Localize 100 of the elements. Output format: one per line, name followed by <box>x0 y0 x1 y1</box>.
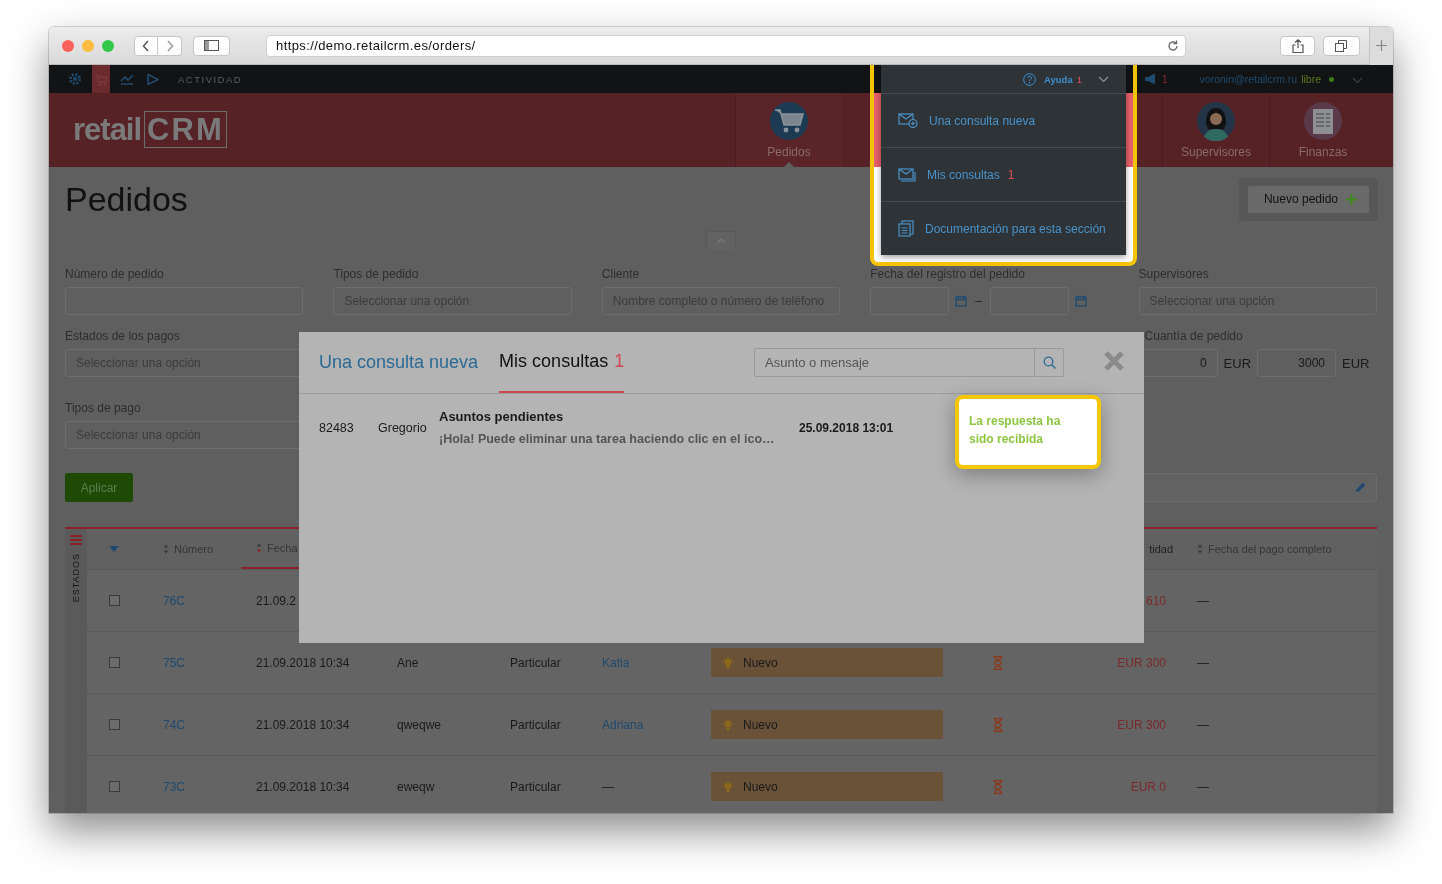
play-icon <box>146 72 160 86</box>
envelopes-icon <box>898 167 916 182</box>
help-menu-item[interactable]: Mis consultas 1 <box>881 148 1126 202</box>
bulb-icon <box>721 717 735 732</box>
apply-button[interactable]: Aplicar <box>65 473 133 502</box>
share-icon <box>1291 38 1304 53</box>
search-button[interactable] <box>1035 348 1064 377</box>
bulb-icon <box>721 779 735 794</box>
user-email[interactable]: voronin@retailcrm.ru <box>1199 73 1298 85</box>
nav-item[interactable]: Finanzas <box>1269 93 1376 167</box>
app-switch-button[interactable] <box>92 65 110 93</box>
sort-down-icon <box>109 546 119 552</box>
chevron-down-icon <box>1352 77 1363 84</box>
ledger-icon <box>1303 101 1343 141</box>
table-cell: — <box>602 779 614 794</box>
amount-field[interactable]: 3000 <box>1257 349 1337 377</box>
checkbox[interactable] <box>108 781 120 792</box>
online-dot <box>1329 76 1334 82</box>
back-button[interactable] <box>134 35 158 56</box>
consultation-row[interactable]: 82483 Gregorio Asuntos pendientes ¡Hola! Puede eliminar una tarea haciendo clic en el ico… 25.09.2018 13:01 <box>319 409 894 446</box>
search-icon <box>1042 356 1056 369</box>
person-icon <box>1196 101 1236 141</box>
search-field[interactable]: Asunto o mensaje <box>754 348 1035 377</box>
forward-button[interactable] <box>158 35 182 56</box>
new-order-button[interactable]: Nuevo pedido <box>1246 184 1370 214</box>
table-cell: — <box>1197 779 1209 794</box>
notification-callout: La respuesta ha sido recibida <box>955 395 1101 469</box>
help-menu-item[interactable]: Una consulta nueva <box>881 94 1126 148</box>
amount-cell: EUR 300 <box>1117 655 1166 670</box>
table-cell: Particular <box>510 655 561 670</box>
tabs-icon <box>1335 39 1348 52</box>
collapse-tab[interactable] <box>706 231 736 250</box>
pencil-icon <box>1355 482 1366 493</box>
hourglass-icon <box>992 779 1003 794</box>
status-badge[interactable]: Nuevo <box>711 648 943 677</box>
range-dash: – <box>975 294 982 308</box>
help-menu-item[interactable]: Documentación para esta sección <box>881 202 1126 255</box>
chevron-down-icon <box>1098 75 1109 83</box>
chevron-right-icon <box>165 39 174 52</box>
order-number-link[interactable]: 73C <box>163 779 185 794</box>
sort-icon <box>1197 544 1203 554</box>
sidebar-button[interactable] <box>193 35 230 56</box>
manager-link[interactable]: Katia <box>602 655 630 670</box>
sidebar-icon <box>204 40 219 51</box>
close-window-button[interactable] <box>62 39 74 52</box>
amount-cell: EUR 0 <box>1130 779 1166 794</box>
table-cell: 21.09.2 <box>256 593 297 608</box>
plus-icon <box>1376 40 1387 51</box>
checkbox[interactable] <box>108 595 120 606</box>
menu-icon <box>70 535 82 545</box>
megaphone-icon <box>1144 73 1158 85</box>
hourglass-icon <box>992 717 1003 732</box>
table-cell: — <box>1197 593 1209 608</box>
table-cell: Particular <box>510 717 561 732</box>
side-label: ESTADOS <box>71 553 81 603</box>
nav-item[interactable]: Supervisores <box>1162 93 1269 167</box>
order-number-link[interactable]: 76C <box>163 593 185 608</box>
column-header[interactable]: tidad <box>1149 529 1173 569</box>
sort-icon <box>256 543 262 553</box>
order-number-link[interactable]: 75C <box>163 655 185 670</box>
address-bar[interactable]: https://demo.retailcrm.es/orders/ <box>266 34 1186 57</box>
envelope-plus-icon <box>898 113 918 128</box>
status-badge[interactable]: Nuevo <box>711 772 943 801</box>
order-number-link[interactable]: 74C <box>163 717 185 732</box>
minimize-window-button[interactable] <box>82 39 94 52</box>
sort-icon <box>163 544 169 554</box>
amount-cell: 610 <box>1145 593 1166 608</box>
gear-icon <box>68 72 82 86</box>
share-button[interactable] <box>1280 35 1315 56</box>
documents-icon <box>898 220 914 237</box>
chevron-left-icon <box>142 39 150 52</box>
dialog-tab[interactable]: Una consulta nueva <box>319 332 479 393</box>
checkbox[interactable] <box>108 719 120 730</box>
table-cell: Ane <box>397 655 419 670</box>
status-badge[interactable]: Nuevo <box>711 710 943 739</box>
table-cell: — <box>1197 655 1209 670</box>
table-cell: 21.09.2018 10:34 <box>256 779 350 794</box>
reload-icon <box>1167 39 1179 52</box>
tabs-button[interactable] <box>1323 35 1360 56</box>
close-icon <box>1104 350 1124 371</box>
plus-icon <box>1346 193 1357 205</box>
checkbox[interactable] <box>108 657 120 668</box>
plan-label: libre <box>1301 73 1321 85</box>
notification-count: 1 <box>1162 73 1168 85</box>
zoom-window-button[interactable] <box>102 39 114 52</box>
hourglass-icon <box>992 655 1003 670</box>
help-button[interactable]: Ayuda 1 <box>881 65 1126 94</box>
table-cell: — <box>1197 717 1209 732</box>
page-title: Pedidos <box>65 179 188 219</box>
manager-link[interactable]: Adriana <box>602 717 644 732</box>
dialog-tab[interactable]: Mis consultas 1 <box>499 332 625 393</box>
table-cell: qweqwe <box>397 717 442 732</box>
cart-icon <box>769 101 809 141</box>
table-cell: Particular <box>510 779 561 794</box>
nav-item[interactable]: Pedidos <box>735 93 842 167</box>
new-tab-button[interactable] <box>1369 27 1393 65</box>
calendar-icon <box>1074 295 1087 307</box>
active-indicator <box>784 162 794 167</box>
table-cell: 21.09.2018 10:34 <box>256 655 350 670</box>
bulb-icon <box>721 655 735 670</box>
